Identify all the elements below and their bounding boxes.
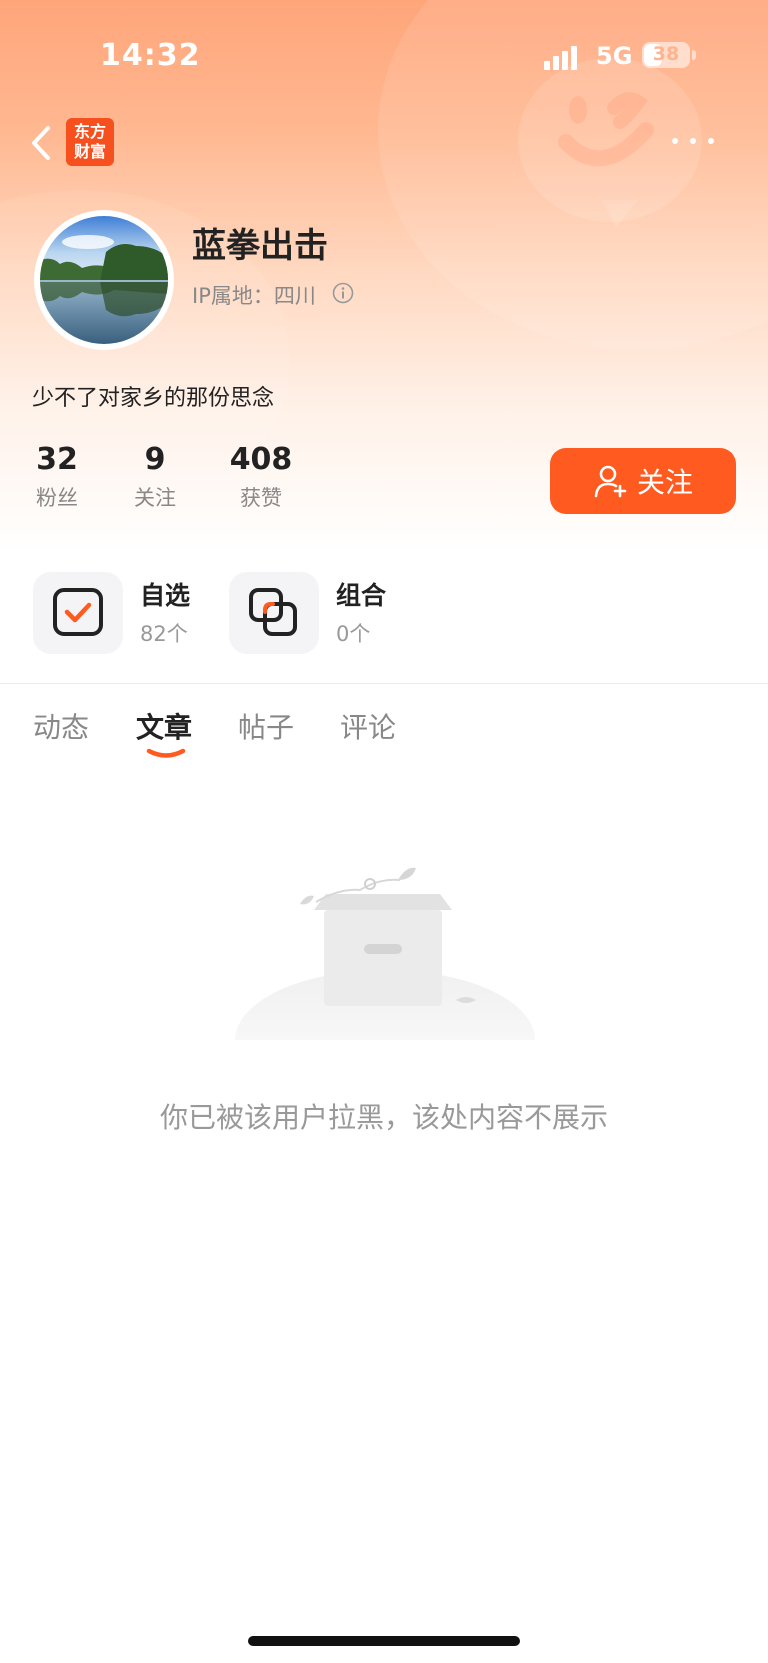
stat-label: 关注 bbox=[134, 486, 176, 510]
app-logo-line1: 东方 bbox=[73, 122, 106, 141]
portfolio-title[interactable]: 组合 bbox=[336, 576, 386, 612]
more-options-button[interactable] bbox=[668, 126, 720, 156]
app-logo: 东方 财富 bbox=[66, 118, 114, 166]
stat-followers[interactable]: 32 粉丝 bbox=[28, 442, 86, 512]
cellular-signal-icon bbox=[544, 44, 584, 70]
follow-button-label: 关注 bbox=[636, 466, 693, 499]
checkbox-icon bbox=[53, 588, 103, 636]
ip-location: IP属地：四川 bbox=[192, 284, 316, 308]
status-time: 14:32 bbox=[100, 38, 201, 73]
watchlist-count: 82个 bbox=[140, 622, 188, 646]
tab-comments[interactable]: 评论 bbox=[340, 706, 396, 746]
stat-label: 粉丝 bbox=[36, 486, 78, 510]
tab-posts[interactable]: 帖子 bbox=[238, 706, 294, 746]
add-user-icon bbox=[594, 465, 627, 498]
info-icon[interactable] bbox=[332, 282, 354, 304]
portfolio-count: 0个 bbox=[336, 622, 371, 646]
battery-tip bbox=[692, 50, 696, 60]
status-bar: 14:32 5G 38 bbox=[0, 0, 768, 112]
watchlist-tile[interactable] bbox=[33, 572, 123, 654]
watchlist-title[interactable]: 自选 bbox=[140, 576, 190, 612]
home-indicator[interactable] bbox=[248, 1636, 520, 1646]
network-type: 5G bbox=[596, 42, 633, 70]
avatar[interactable] bbox=[34, 210, 174, 350]
active-tab-indicator bbox=[146, 748, 186, 758]
tab-articles[interactable]: 文章 bbox=[136, 706, 192, 746]
stat-likes[interactable]: 408 获赞 bbox=[226, 442, 296, 512]
app-logo-line2: 财富 bbox=[73, 142, 106, 161]
username: 蓝拳出击 bbox=[192, 226, 328, 266]
battery-level: 38 bbox=[652, 43, 680, 65]
decorative-bubble-tail bbox=[602, 200, 638, 228]
back-button[interactable] bbox=[22, 120, 62, 166]
portfolio-tile[interactable] bbox=[229, 572, 319, 654]
battery-icon: 38 bbox=[642, 42, 690, 68]
empty-state-message: 你已被该用户拉黑，该处内容不展示 bbox=[159, 1101, 608, 1134]
empty-box-illustration bbox=[235, 867, 535, 1040]
stat-value: 9 bbox=[144, 442, 166, 477]
user-bio: 少不了对家乡的那份思念 bbox=[32, 386, 275, 411]
chevron-left-icon bbox=[32, 126, 50, 160]
tab-dynamics[interactable]: 动态 bbox=[33, 706, 89, 746]
divider bbox=[0, 683, 768, 684]
stat-value: 32 bbox=[36, 442, 78, 477]
overlap-squares-icon bbox=[249, 588, 297, 636]
avatar-image bbox=[40, 216, 168, 344]
follow-button[interactable]: 关注 bbox=[550, 448, 736, 514]
stat-label: 获赞 bbox=[240, 486, 282, 510]
stat-value: 408 bbox=[229, 442, 293, 477]
stat-following[interactable]: 9 关注 bbox=[126, 442, 184, 512]
